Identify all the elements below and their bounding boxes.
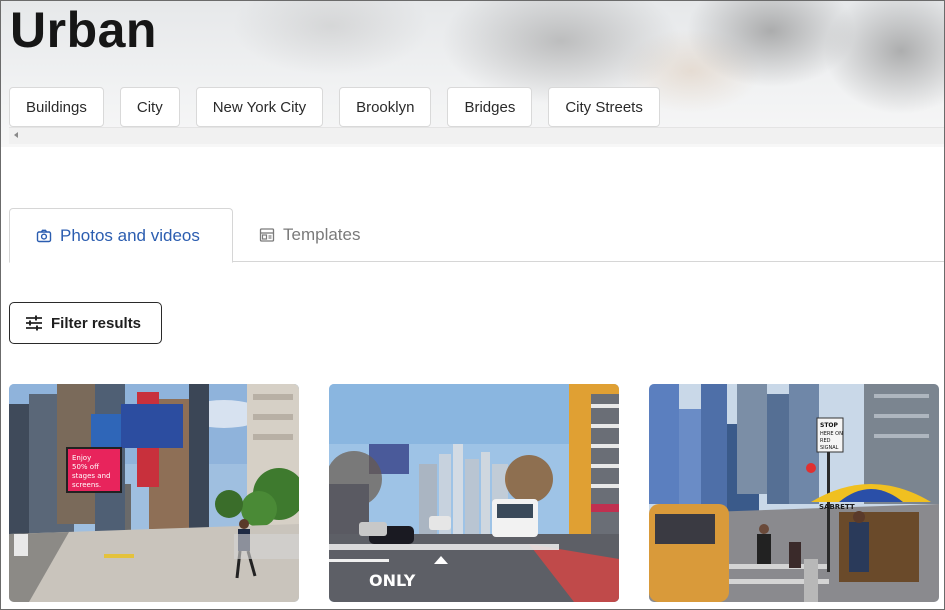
hero-banner: Urban Buildings City New York City Brook… (1, 1, 944, 147)
scroll-left-arrow-icon[interactable] (14, 132, 18, 138)
filter-results-button[interactable]: Filter results (9, 302, 162, 344)
filter-label: Filter results (51, 314, 142, 332)
tag-chip-new-york-city[interactable]: New York City (195, 87, 324, 127)
avenue-with-bus-photo: ONLY (329, 384, 619, 602)
billboard-text-1: Enjoy (72, 454, 91, 462)
umbrella-text: SABRETT (819, 503, 855, 511)
related-tags: Buildings City New York City Brooklyn Br… (9, 87, 660, 127)
result-thumbnail-avenue-bus[interactable]: ONLY (329, 384, 619, 602)
sign-text-3: RED (820, 438, 831, 444)
template-icon (259, 227, 275, 243)
tag-chip-city[interactable]: City (119, 87, 180, 127)
sign-text-4: SIGNAL (820, 445, 839, 451)
horizontal-scrollbar[interactable] (9, 127, 944, 144)
street-with-billboard-photo: Enjoy 50% off stages and screens. (9, 384, 299, 602)
result-thumbnail-city-crosswalk[interactable]: STOP HERE ON RED SIGNAL SABRETT (649, 384, 939, 602)
tab-label: Photos and videos (60, 225, 200, 245)
billboard-text-4: screens. (72, 481, 101, 489)
tag-chip-bridges[interactable]: Bridges (447, 87, 533, 127)
billboard-text-3: stages and (72, 472, 110, 480)
tag-chip-city-streets[interactable]: City Streets (548, 87, 660, 127)
result-thumbnail-street-billboard[interactable]: Enjoy 50% off stages and screens. (9, 384, 299, 602)
media-type-tabs: Photos and videos Templates (9, 208, 944, 263)
tag-chip-brooklyn[interactable]: Brooklyn (339, 87, 432, 127)
camera-icon (36, 228, 52, 244)
city-crosswalk-with-umbrella-photo: STOP HERE ON RED SIGNAL SABRETT (649, 384, 939, 602)
tab-templates[interactable]: Templates (259, 208, 360, 262)
sign-text-1: STOP (820, 422, 839, 429)
billboard-text-2: 50% off (72, 463, 99, 471)
page-title: Urban (10, 2, 157, 58)
sign-text-2: HERE ON (820, 431, 843, 437)
sliders-icon (25, 315, 43, 331)
tag-chip-buildings[interactable]: Buildings (9, 87, 104, 127)
road-marking-text: ONLY (369, 571, 416, 590)
tab-label: Templates (283, 225, 361, 244)
tab-photos-and-videos[interactable]: Photos and videos (9, 208, 233, 263)
